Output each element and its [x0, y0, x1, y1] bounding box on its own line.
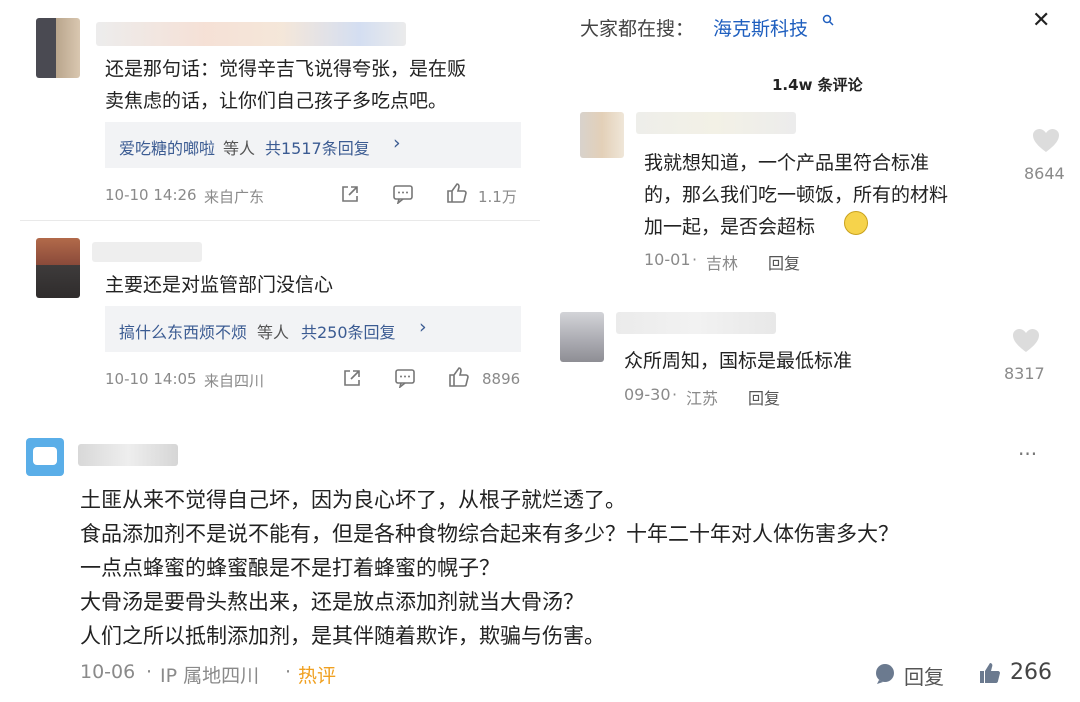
comment-date: 09-30 — [624, 385, 671, 404]
separator-dot: · — [285, 661, 292, 683]
comment-icon[interactable] — [394, 368, 416, 388]
like-count: 8644 — [1024, 164, 1065, 183]
username-blurred[interactable] — [96, 22, 406, 46]
comment-location: 来自四川 — [204, 372, 265, 390]
avatar[interactable] — [26, 438, 64, 476]
comment-location: 江苏 — [686, 389, 719, 408]
like-icon[interactable] — [978, 661, 1002, 685]
avatar[interactable] — [36, 238, 80, 298]
reply-user-link[interactable]: 搞什么东西烦不烦 — [119, 319, 247, 343]
comment-text: 还是那句话：觉得辛吉飞说得夸张，是在贩 — [105, 58, 467, 80]
reply-user-link[interactable]: 爱吃糖的啷啦 — [119, 135, 215, 159]
emoji-icon — [844, 211, 868, 235]
search-label: 大家都在搜： — [580, 18, 695, 40]
separator-dot: · — [146, 661, 153, 683]
comment-text: 的，那么我们吃一顿饭，所有的材料 — [644, 184, 949, 206]
share-icon[interactable] — [340, 184, 360, 204]
chevron-right-icon: › — [419, 316, 427, 338]
reply-icon[interactable] — [874, 663, 896, 685]
comment-line: 食品添加剂不是说不能有，但是各种食物综合起来有多少？十年二十年对人体伤害多大？ — [80, 522, 899, 546]
comment-date: 10-01 — [644, 250, 691, 269]
avatar-face — [33, 447, 57, 465]
reply-button[interactable]: 回复 — [748, 385, 780, 409]
left-comments-panel: 还是那句话：觉得辛吉飞说得夸张，是在贩 卖焦虑的话，让你们自己孩子多吃点吧。 爱… — [20, 0, 540, 410]
reply-preview[interactable]: 爱吃糖的啷啦 等人 共1517条回复 › — [105, 122, 521, 168]
reply-suffix: 等人 — [257, 323, 290, 342]
ip-location: IP 属地四川 — [160, 665, 260, 687]
reply-button[interactable]: 回复 — [904, 661, 944, 690]
username-blurred[interactable] — [636, 112, 796, 134]
username-blurred[interactable] — [92, 242, 202, 262]
share-icon[interactable] — [342, 368, 362, 388]
comment-text: 我就想知道，一个产品里符合标准 — [644, 152, 930, 174]
hot-comment-badge: 热评 — [298, 665, 337, 687]
comment-text: 主要还是对监管部门没信心 — [105, 274, 334, 296]
comment-text: 卖焦虑的话，让你们自己孩子多吃点吧。 — [105, 90, 448, 112]
comment-count: 1.4w 条评论 — [772, 76, 863, 94]
reply-count-link[interactable]: 共1517条回复 — [265, 135, 370, 159]
comment-location: 来自广东 — [204, 188, 265, 206]
comment-line: 土匪从来不觉得自己坏，因为良心坏了，从根子就烂透了。 — [80, 488, 626, 512]
avatar[interactable] — [36, 18, 80, 78]
like-icon[interactable] — [448, 366, 470, 388]
heart-icon[interactable] — [1012, 328, 1040, 354]
heart-icon[interactable] — [1032, 128, 1060, 154]
avatar[interactable] — [580, 112, 624, 158]
username-blurred[interactable] — [78, 444, 178, 466]
like-count: 1.1万 — [478, 188, 517, 206]
divider — [20, 220, 540, 221]
comment-line: 一点点蜂蜜的蜂蜜酿是不是打着蜂蜜的幌子？ — [80, 556, 500, 580]
bottom-comment-panel: ··· 土匪从来不觉得自己坏，因为良心坏了，从根子就烂透了。 食品添加剂不是说不… — [0, 420, 1080, 702]
comment-location: 吉林 — [706, 254, 739, 273]
comment-line: 人们之所以抵制添加剂，是其伴随着欺诈，欺骗与伤害。 — [80, 624, 605, 648]
comment-line: 大骨汤是要骨头熬出来，还是放点添加剂就当大骨汤？ — [80, 590, 584, 614]
comment-time: 10-10 14:05 — [105, 370, 197, 388]
comment-date: 10-06 — [80, 661, 136, 683]
avatar[interactable] — [560, 312, 604, 362]
search-term-link[interactable]: 海克斯科技 — [713, 14, 808, 41]
reply-button[interactable]: 回复 — [768, 250, 800, 274]
like-icon[interactable] — [446, 182, 468, 204]
comment-text: 众所周知，国标是最低标准 — [624, 350, 853, 372]
like-count: 8896 — [482, 370, 521, 388]
right-comments-panel: 大家都在搜： 海克斯科技 ✕ 1.4w 条评论 我就想知道，一个产品里符合标准 … — [560, 0, 1080, 415]
comment-text: 加一起，是否会超标 — [644, 216, 816, 238]
reply-preview[interactable]: 搞什么东西烦不烦 等人 共250条回复 › — [105, 306, 521, 352]
close-icon[interactable]: ✕ — [1032, 8, 1050, 33]
comment-time: 10-10 14:26 — [105, 186, 197, 204]
comment-icon[interactable] — [392, 184, 414, 204]
separator-dot: · — [692, 250, 698, 269]
chevron-right-icon: › — [393, 132, 401, 154]
search-icon[interactable] — [822, 14, 834, 26]
reply-suffix: 等人 — [223, 139, 256, 158]
more-options-icon[interactable]: ··· — [1018, 442, 1037, 466]
separator-dot: · — [672, 385, 678, 404]
like-count: 266 — [1010, 660, 1052, 685]
like-count: 8317 — [1004, 364, 1045, 383]
reply-count-link[interactable]: 共250条回复 — [301, 319, 396, 343]
username-blurred[interactable] — [616, 312, 776, 334]
